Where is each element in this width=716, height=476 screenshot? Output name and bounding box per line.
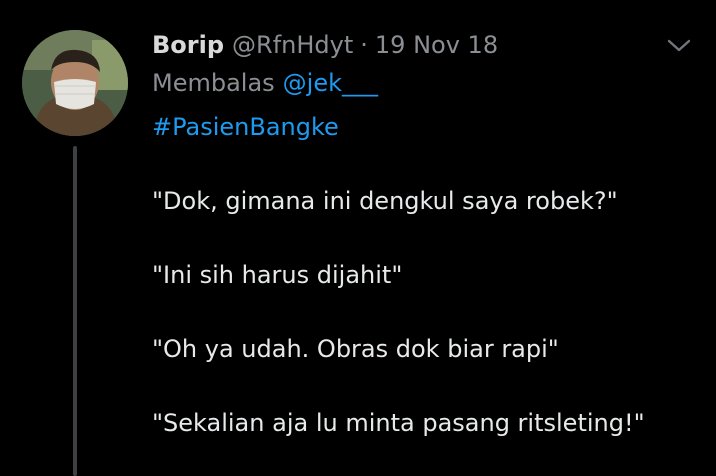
tweet-header: Borip @RfnHdyt · 19 Nov 18 [152,28,702,62]
chevron-down-icon[interactable] [666,38,692,54]
reply-mention-link[interactable]: @jek___ [283,69,378,97]
hashtag-link[interactable]: #PasienBangke [152,110,702,144]
thread-line [73,146,77,476]
tweet-content: Borip @RfnHdyt · 19 Nov 18 Membalas @jek_… [152,28,702,440]
author-handle[interactable]: @RfnHdyt [232,28,353,62]
tweet[interactable]: Borip @RfnHdyt · 19 Nov 18 Membalas @jek_… [0,0,716,476]
author-name[interactable]: Borip [152,28,224,62]
separator: · [360,31,368,59]
tweet-line: "Oh ya udah. Obras dok biar rapi" [152,335,559,363]
tweet-text: #PasienBangke "Dok, gimana ini dengkul s… [152,110,702,440]
reply-prefix: Membalas [152,69,275,97]
avatar-photo [22,30,128,136]
tweet-date[interactable]: 19 Nov 18 [375,28,498,62]
tweet-line: "Ini sih harus dijahit" [152,261,403,289]
reply-context: Membalas @jek___ [152,66,702,100]
tweet-line: "Sekalian aja lu minta pasang ritsleting… [152,409,645,437]
avatar[interactable] [22,30,128,136]
tweet-line: "Dok, gimana ini dengkul saya robek?" [152,187,618,215]
